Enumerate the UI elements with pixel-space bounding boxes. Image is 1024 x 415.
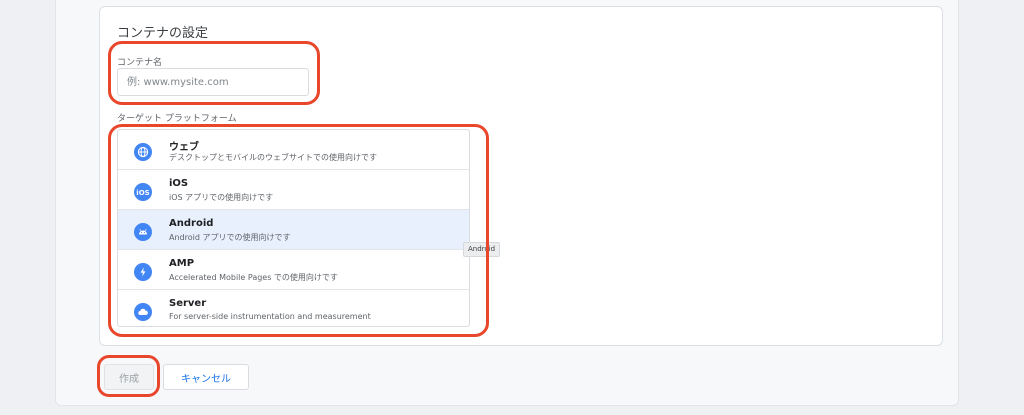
platform-description: For server-side instrumentation and meas… (169, 312, 371, 321)
android-tooltip: Android (463, 242, 501, 257)
section-title: コンテナの設定 (117, 26, 209, 41)
container-name-label: コンテナ名 (117, 58, 163, 68)
cancel-button[interactable]: キャンセル (163, 364, 249, 390)
platform-title: ウェブ (169, 142, 199, 153)
svg-text:iOS: iOS (136, 189, 149, 197)
create-button[interactable]: 作成 (104, 364, 154, 390)
platform-title: AMP (169, 258, 195, 269)
platform-item-web[interactable]: ウェブ デスクトップとモバイルのウェブサイトでの使用向けです (118, 130, 469, 170)
platform-description: デスクトップとモバイルのウェブサイトでの使用向けです (169, 153, 377, 162)
platform-item-android[interactable]: Android Android アプリでの使用向けです (118, 210, 469, 250)
platform-item-amp[interactable]: AMP Accelerated Mobile Pages での使用向けです (118, 250, 469, 290)
lightning-icon (134, 263, 152, 281)
android-icon (134, 223, 152, 241)
platform-description: Android アプリでの使用向けです (169, 233, 291, 242)
ios-icon: iOS (134, 183, 152, 201)
platform-item-ios[interactable]: iOS iOS iOS アプリでの使用向けです (118, 170, 469, 210)
platform-title: Android (169, 218, 214, 229)
globe-icon (134, 143, 152, 161)
cloud-icon (134, 303, 152, 321)
platform-list: ウェブ デスクトップとモバイルのウェブサイトでの使用向けです iOS iOS i… (117, 129, 470, 327)
platform-title: iOS (169, 178, 189, 189)
platform-title: Server (169, 298, 207, 309)
platform-description: iOS アプリでの使用向けです (169, 193, 274, 202)
target-platform-label: ターゲット プラットフォーム (117, 114, 237, 124)
container-name-input[interactable] (117, 68, 309, 96)
platform-item-server[interactable]: Server For server-side instrumentation a… (118, 290, 469, 326)
platform-description: Accelerated Mobile Pages での使用向けです (169, 273, 338, 282)
